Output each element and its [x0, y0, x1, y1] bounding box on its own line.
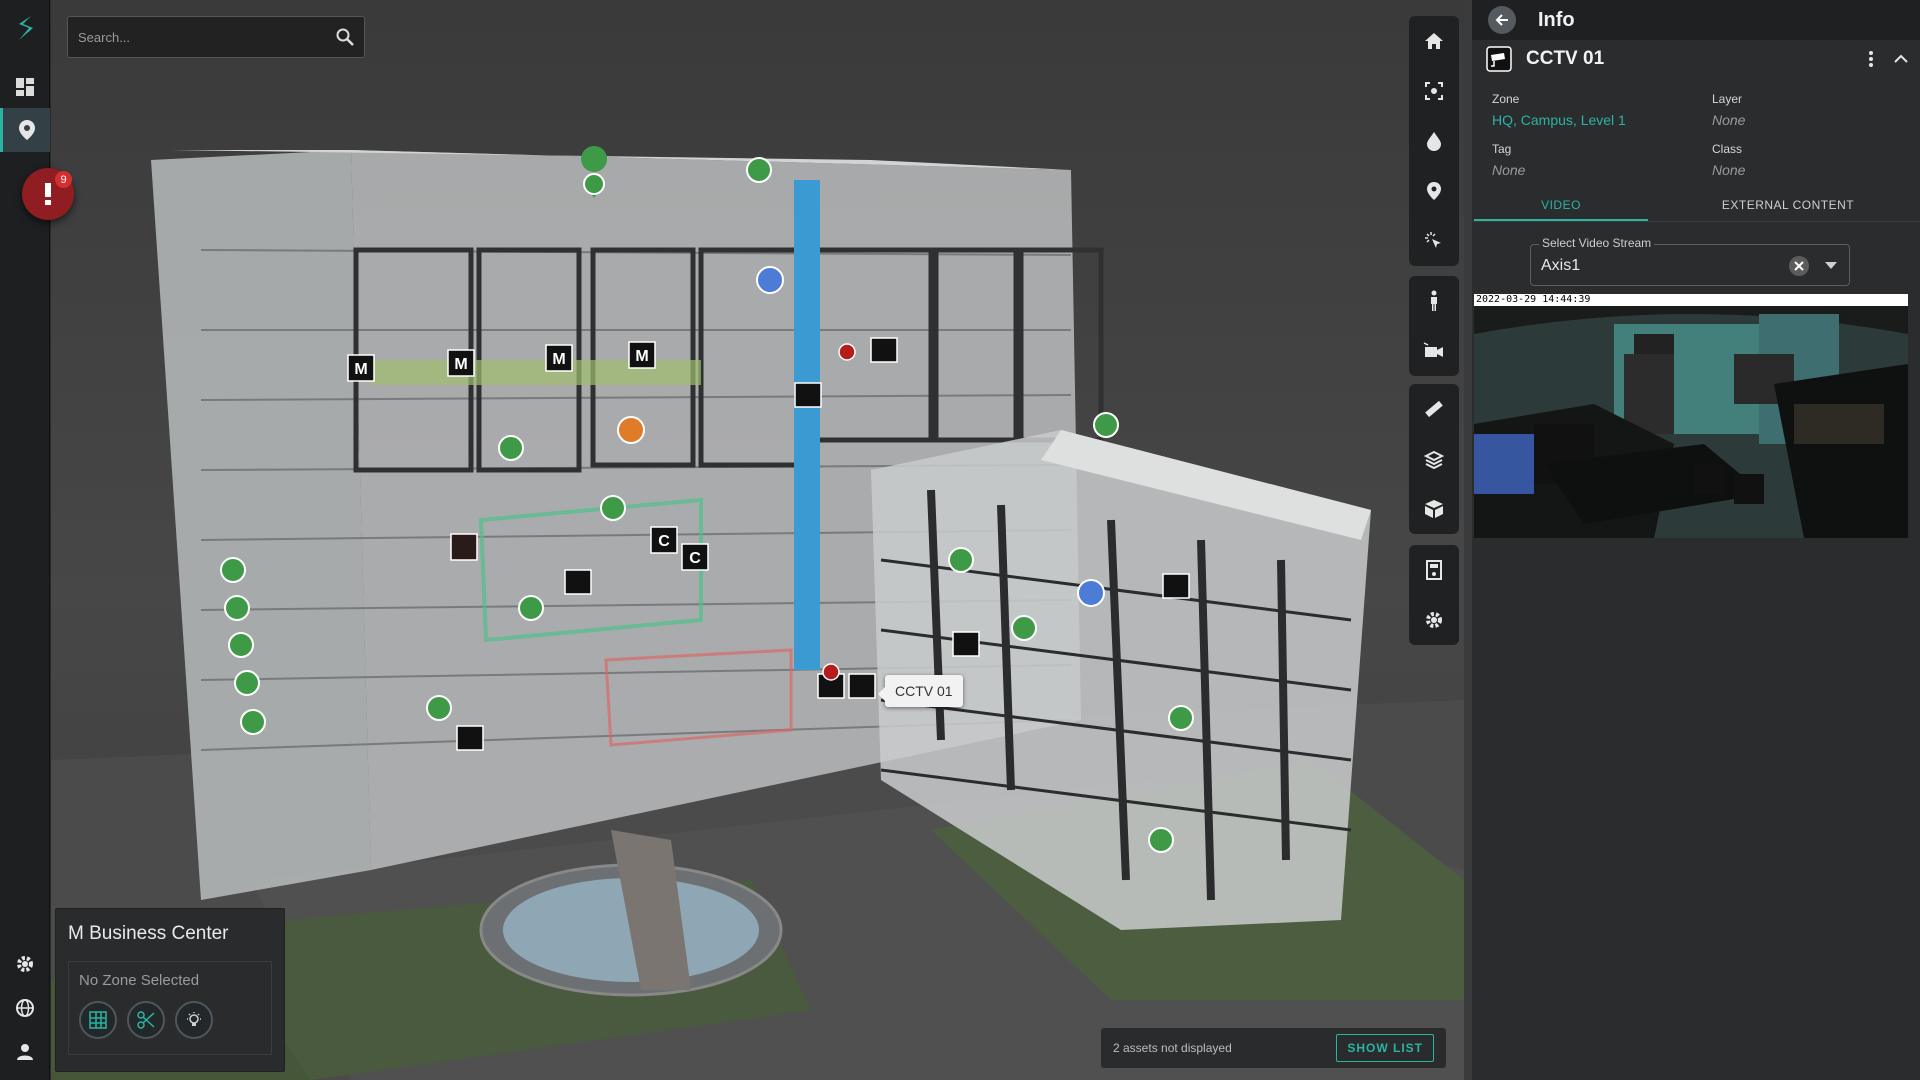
hidden-assets-bar: 2 assets not displayed SHOW LIST	[1101, 1028, 1446, 1068]
zone-status: No Zone Selected	[79, 972, 200, 989]
close-icon	[1794, 261, 1804, 271]
more-vertical-icon[interactable]	[1868, 50, 1874, 68]
info-panel-header: Info	[1472, 0, 1920, 40]
click-select-icon[interactable]	[1409, 216, 1459, 266]
video-feed[interactable]: 2022-03-29 14:44:39	[1474, 294, 1908, 538]
cctv-icon	[1486, 46, 1512, 72]
alerts-count-badge: 9	[55, 171, 72, 188]
map-toolbar-view	[1409, 16, 1459, 266]
map-marker-pin	[498, 435, 524, 461]
info-panel: Info CCTV 01 Zone HQ, Campus, Level 1 La…	[1464, 0, 1920, 1080]
settings-icon[interactable]	[0, 942, 50, 986]
asset-tooltip: CCTV 01	[878, 675, 963, 707]
site-card: M Business Center No Zone Selected	[55, 908, 285, 1072]
grid-icon	[89, 1011, 107, 1029]
content-tabs: VIDEO EXTERNAL CONTENT	[1472, 198, 1920, 222]
map-viewport[interactable]: M M M M C C Search... CCTV 01 M Business…	[51, 0, 1464, 1080]
box-icon[interactable]	[1409, 484, 1459, 534]
map-marker-pin	[746, 157, 772, 183]
camera-view-image	[1474, 294, 1908, 538]
m-marker-label: M	[354, 361, 367, 378]
zone-links[interactable]: HQ, Campus, Level 1	[1492, 112, 1712, 128]
scissors-icon	[137, 1011, 155, 1029]
layer-cube-icon[interactable]	[1409, 434, 1459, 484]
asset-name: CCTV 01	[1526, 48, 1605, 69]
lighting-button[interactable]	[175, 1001, 213, 1039]
map-pin-nav-icon[interactable]	[0, 108, 50, 152]
zone-box: No Zone Selected	[68, 961, 272, 1055]
video-timestamp: 2022-03-29 14:44:39	[1474, 294, 1908, 306]
chevron-up-icon[interactable]	[1894, 54, 1908, 64]
focus-icon[interactable]	[1409, 66, 1459, 116]
server-rack-icon[interactable]	[1409, 545, 1459, 595]
c-marker-label: C	[658, 533, 670, 550]
dashboard-icon[interactable]	[0, 65, 50, 109]
m-marker-label: M	[454, 356, 467, 373]
user-icon[interactable]	[0, 1030, 50, 1074]
m-marker-label: M	[552, 351, 565, 368]
map-marker-pin	[518, 595, 544, 621]
map-toolbar-tools	[1409, 384, 1459, 534]
ruler-icon[interactable]	[1409, 384, 1459, 434]
tag-label: Tag	[1492, 142, 1512, 156]
water-drop-icon[interactable]	[1409, 116, 1459, 166]
exclamation-icon	[45, 183, 51, 205]
grid-view-button[interactable]	[79, 1001, 117, 1039]
map-marker-fire	[617, 416, 645, 444]
c-marker-label: C	[689, 550, 701, 567]
hidden-assets-text: 2 assets not displayed	[1113, 1041, 1232, 1055]
class-label: Class	[1712, 142, 1743, 156]
map-toolbar-layers	[1409, 276, 1459, 376]
back-button[interactable]	[1488, 6, 1516, 34]
lightbulb-icon	[187, 1012, 201, 1026]
map-toolbar-settings	[1409, 545, 1459, 645]
clear-stream-button[interactable]	[1789, 256, 1809, 276]
site-name: M Business Center	[68, 923, 229, 944]
video-camera-icon[interactable]	[1409, 326, 1459, 376]
layer-label: Layer	[1712, 92, 1743, 106]
map-marker-person	[756, 266, 784, 294]
home-icon[interactable]	[1409, 16, 1459, 66]
tab-external-content[interactable]: EXTERNAL CONTENT	[1688, 198, 1888, 221]
show-list-button[interactable]: SHOW LIST	[1336, 1034, 1434, 1062]
map-marker-pin	[1148, 827, 1174, 853]
arrow-left-icon	[1495, 14, 1508, 26]
stream-select-label: Select Video Stream	[1539, 236, 1655, 250]
m-marker-label: M	[635, 348, 648, 365]
search-bar	[67, 16, 365, 58]
map-marker-pin	[1168, 705, 1194, 731]
walk-person-icon[interactable]	[1409, 276, 1459, 326]
map-marker-pin	[426, 695, 452, 721]
map-marker-pin	[1093, 412, 1119, 438]
settings-gear-icon[interactable]	[1409, 595, 1459, 645]
panel-title: Info	[1538, 8, 1575, 31]
layer-value: None	[1712, 112, 1746, 128]
search-input[interactable]	[78, 29, 336, 45]
asset-header: CCTV 01	[1472, 40, 1920, 78]
tag-value: None	[1492, 162, 1526, 178]
chevron-down-icon[interactable]	[1825, 262, 1837, 269]
logo-icon[interactable]	[0, 6, 50, 50]
asset-metadata: Zone HQ, Campus, Level 1 Layer None Tag …	[1472, 78, 1920, 178]
alerts-button[interactable]: 9	[22, 168, 74, 220]
tab-video[interactable]: VIDEO	[1474, 198, 1648, 221]
cut-section-button[interactable]	[127, 1001, 165, 1039]
search-icon[interactable]	[336, 28, 354, 46]
zone-label: Zone	[1492, 92, 1520, 106]
left-navigation	[0, 0, 50, 1080]
video-stream-select[interactable]: Select Video Stream Axis1	[1530, 236, 1850, 286]
class-value: None	[1712, 162, 1746, 178]
location-pin-icon[interactable]	[1409, 166, 1459, 216]
map-marker-pin	[1011, 615, 1037, 641]
map-marker-pin	[948, 547, 974, 573]
stream-select-value: Axis1	[1541, 257, 1581, 274]
map-marker-person	[1077, 579, 1105, 607]
globe-icon[interactable]	[0, 986, 50, 1030]
map-marker-pin	[600, 495, 626, 521]
